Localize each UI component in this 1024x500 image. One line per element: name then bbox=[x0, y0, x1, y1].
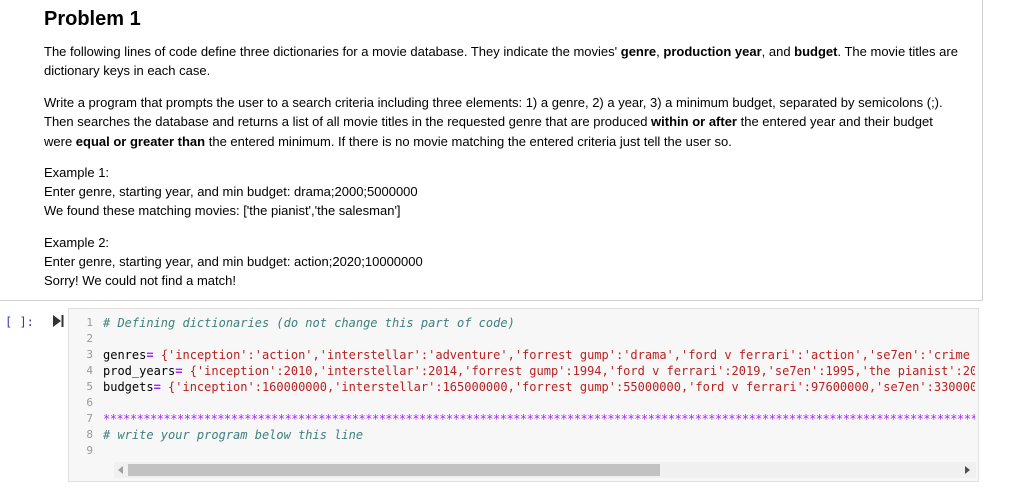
code-text[interactable]: # Defining dictionaries (do not change t… bbox=[103, 315, 975, 459]
line-number: 6 bbox=[86, 396, 93, 409]
scroll-right-icon[interactable] bbox=[965, 466, 970, 474]
code-line-empty[interactable] bbox=[103, 443, 975, 459]
markdown-cell[interactable]: Problem 1 The following lines of code de… bbox=[0, 0, 983, 301]
example1-label: Example 1: bbox=[44, 165, 110, 180]
line-number: 8 bbox=[86, 428, 93, 441]
example1-input: Enter genre, starting year, and min budg… bbox=[44, 184, 418, 199]
scrollbar-thumb[interactable] bbox=[128, 464, 660, 476]
task-bold-within: within or after bbox=[651, 114, 737, 130]
code-line-comment[interactable]: # write your program below this line bbox=[103, 427, 975, 443]
code-dict: {'inception':'action','interstellar':'ad… bbox=[153, 348, 970, 362]
task-bold-equal: equal or greater than bbox=[75, 133, 206, 149]
code-separator: ****************************************… bbox=[103, 412, 975, 426]
example2-output: Sorry! We could not find a match! bbox=[44, 273, 236, 288]
line-number: 9 bbox=[86, 444, 93, 457]
code-operator: = bbox=[146, 348, 154, 362]
code-operator: = bbox=[153, 380, 161, 394]
code-line-comment[interactable]: # Defining dictionaries (do not change t… bbox=[103, 315, 975, 331]
line-number: 4 bbox=[86, 364, 93, 377]
task-paragraph: Write a program that prompts the user to… bbox=[44, 93, 959, 151]
intro-bold-budget: budget bbox=[794, 44, 838, 59]
intro-paragraph: The following lines of code define three… bbox=[44, 42, 959, 81]
scroll-left-icon[interactable] bbox=[118, 466, 123, 474]
code-line-stars[interactable]: ****************************************… bbox=[103, 411, 975, 427]
code-line-prod-years[interactable]: prod_years= {'inception':2010,'interstel… bbox=[103, 363, 975, 379]
line-number: 1 bbox=[86, 316, 93, 329]
run-icon bbox=[53, 315, 64, 327]
example2-label: Example 2: bbox=[44, 235, 110, 250]
line-number: 5 bbox=[86, 380, 93, 393]
line-number: 7 bbox=[86, 412, 93, 425]
run-cell-button[interactable] bbox=[52, 314, 64, 328]
code-var: prod_years bbox=[103, 364, 176, 378]
task-text: the entered minimum. If there is no movi… bbox=[205, 133, 732, 149]
code-var: genres bbox=[103, 348, 147, 362]
code-dict: {'inception':2010,'interstellar':2014,'f… bbox=[182, 364, 975, 378]
intro-bold-year: production year bbox=[663, 44, 762, 59]
intro-text: The following lines of code define three… bbox=[44, 44, 621, 59]
line-number: 3 bbox=[86, 348, 93, 361]
line-number: 2 bbox=[86, 332, 93, 345]
code-var: budgets bbox=[103, 380, 154, 394]
example1-output: We found these matching movies: ['the pi… bbox=[44, 203, 401, 218]
code-comment: # Defining dictionaries (do not change t… bbox=[103, 316, 515, 330]
code-dict: {'inception':160000000,'interstellar':16… bbox=[160, 380, 975, 394]
example2-input: Enter genre, starting year, and min budg… bbox=[44, 254, 423, 269]
intro-bold-genre: genre bbox=[620, 44, 657, 59]
code-comment: # write your program below this line bbox=[103, 428, 364, 442]
code-line-empty[interactable] bbox=[103, 331, 975, 347]
intro-text: , and bbox=[761, 44, 795, 59]
cell-prompt: [ ]: bbox=[5, 315, 34, 329]
code-line-empty[interactable] bbox=[103, 395, 975, 411]
code-cell-editor[interactable]: 1 2 3 4 5 6 7 8 9 # Defining dictionarie… bbox=[68, 308, 979, 482]
code-line-budgets[interactable]: budgets= {'inception':160000000,'interst… bbox=[103, 379, 975, 395]
problem-title: Problem 1 bbox=[44, 8, 141, 30]
code-line-genres[interactable]: genres= {'inception':'action','interstel… bbox=[103, 347, 975, 363]
line-number-gutter: 1 2 3 4 5 6 7 8 9 bbox=[69, 315, 93, 459]
horizontal-scrollbar[interactable] bbox=[114, 462, 976, 478]
